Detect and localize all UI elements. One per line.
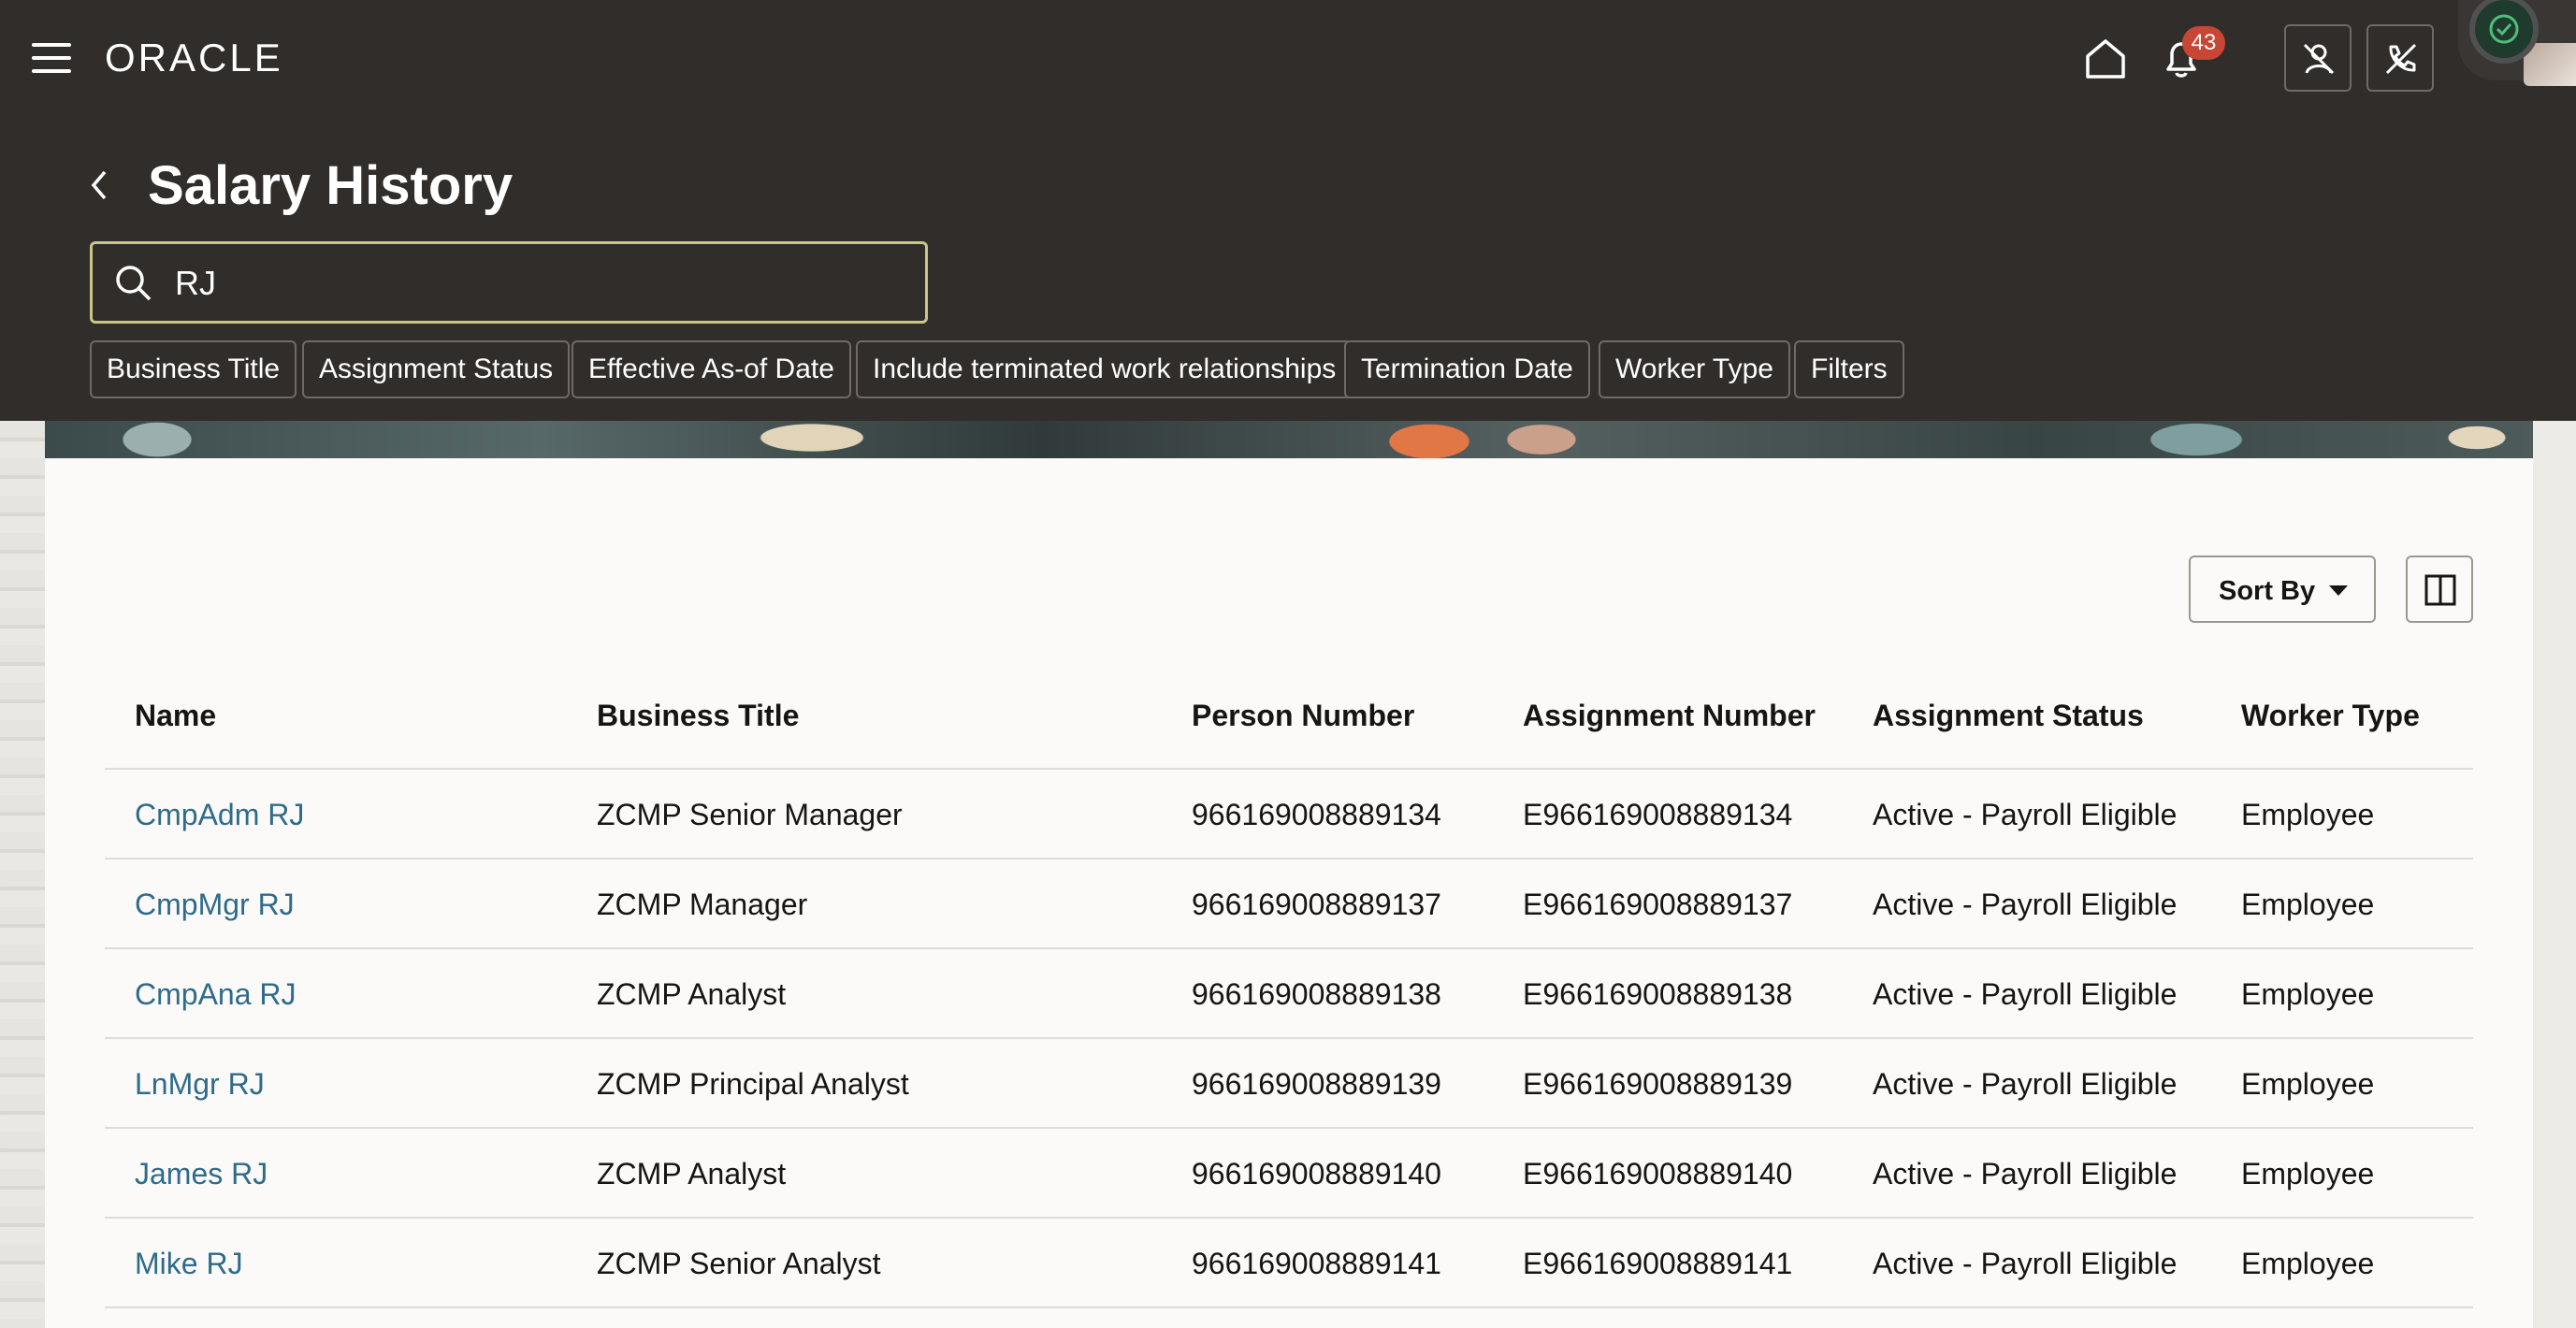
back-icon[interactable]	[86, 168, 112, 202]
person-name-link[interactable]: James RJ	[135, 1129, 268, 1219]
column-header-assignment-status[interactable]: Assignment Status	[1873, 673, 2144, 758]
worker-type-cell: Employee	[2241, 798, 2375, 831]
caret-down-icon	[2329, 585, 2348, 596]
worker-type-cell: Employee	[2241, 888, 2375, 921]
person-name-link[interactable]: CmpAna RJ	[135, 949, 297, 1039]
sort-by-label: Sort By	[2219, 576, 2316, 606]
assignment-number-cell: E966169008889141	[1523, 1247, 1793, 1280]
assignment-status-cell: Active - Payroll Eligible	[1873, 1067, 2178, 1101]
oracle-logo[interactable]: ORACLE	[105, 36, 283, 80]
phone-off-button[interactable]	[2366, 24, 2434, 92]
table-row[interactable]: James RJ ZCMP Analyst 966169008889140 E9…	[105, 1129, 2473, 1219]
person-name-link[interactable]: CmpAdm RJ	[135, 770, 304, 859]
assignment-number-cell: E966169008889134	[1523, 798, 1793, 831]
assignment-number-cell: E966169008889140	[1523, 1157, 1793, 1191]
table-row[interactable]: CmpMgr RJ ZCMP Manager 966169008889137 E…	[105, 859, 2473, 949]
chip-worker-type[interactable]: Worker Type	[1599, 340, 1790, 398]
table-row[interactable]: Mike RJ ZCMP Senior Analyst 966169008889…	[105, 1219, 2473, 1308]
worker-type-cell: Employee	[2241, 1067, 2375, 1101]
home-icon[interactable]	[2082, 36, 2129, 82]
check-circle-icon	[2489, 14, 2519, 44]
notification-badge: 43	[2182, 26, 2225, 60]
person-number-cell: 966169008889134	[1192, 798, 1441, 831]
business-title-cell: ZCMP Manager	[597, 888, 808, 921]
person-number-cell: 966169008889138	[1192, 977, 1441, 1011]
table-row[interactable]: CmpAdm RJ ZCMP Senior Manager 9661690088…	[105, 770, 2473, 859]
business-title-cell: ZCMP Senior Manager	[597, 798, 903, 831]
person-number-cell: 966169008889137	[1192, 888, 1441, 921]
decorative-banner	[45, 421, 2533, 458]
page-title: Salary History	[148, 155, 514, 216]
business-title-cell: ZCMP Senior Analyst	[597, 1247, 881, 1280]
column-header-worker-type[interactable]: Worker Type	[2241, 673, 2420, 758]
background-decoration	[0, 421, 45, 1328]
assignment-status-cell: Active - Payroll Eligible	[1873, 977, 2178, 1011]
global-header: ORACLE 43 Salary History Business Title …	[0, 0, 2576, 421]
top-bar: ORACLE 43	[0, 0, 2576, 116]
table-row[interactable]: CmpAna RJ ZCMP Analyst 966169008889138 E…	[105, 949, 2473, 1039]
chip-termination-date[interactable]: Termination Date	[1344, 340, 1590, 398]
assignment-status-cell: Active - Payroll Eligible	[1873, 798, 2178, 831]
table-header-row: Name Business Title Person Number Assign…	[105, 673, 2473, 770]
person-name-link[interactable]: CmpMgr RJ	[135, 859, 295, 949]
search-icon	[116, 266, 152, 301]
column-header-assignment-number[interactable]: Assignment Number	[1523, 673, 1816, 758]
person-number-cell: 966169008889140	[1192, 1157, 1441, 1191]
assignment-status-cell: Active - Payroll Eligible	[1873, 888, 2178, 921]
assignment-status-cell: Active - Payroll Eligible	[1873, 1157, 2178, 1191]
search-input[interactable]	[175, 257, 886, 310]
chip-filters[interactable]: Filters	[1794, 340, 1904, 398]
panel-layout-icon	[2424, 574, 2456, 606]
business-title-cell: ZCMP Analyst	[597, 977, 787, 1011]
assignment-number-cell: E966169008889138	[1523, 977, 1793, 1011]
menu-icon[interactable]	[32, 43, 71, 73]
table-row[interactable]: LnMgr RJ ZCMP Principal Analyst 96616900…	[105, 1039, 2473, 1129]
search-box[interactable]	[90, 241, 928, 324]
column-header-name[interactable]: Name	[135, 673, 216, 758]
business-title-cell: ZCMP Analyst	[597, 1157, 787, 1191]
sort-by-button[interactable]: Sort By	[2189, 556, 2376, 623]
worker-type-cell: Employee	[2241, 1247, 2375, 1280]
phone-off-icon	[2385, 43, 2417, 75]
layout-toggle-button[interactable]	[2406, 556, 2473, 623]
person-name-link[interactable]: LnMgr RJ	[135, 1039, 265, 1129]
assignment-number-cell: E966169008889137	[1523, 888, 1793, 921]
assignment-number-cell: E966169008889139	[1523, 1067, 1793, 1101]
person-number-cell: 966169008889139	[1192, 1067, 1441, 1101]
column-header-person-number[interactable]: Person Number	[1192, 673, 1414, 758]
worker-type-cell: Employee	[2241, 1157, 2375, 1191]
column-header-business-title[interactable]: Business Title	[597, 673, 799, 758]
worker-type-cell: Employee	[2241, 977, 2375, 1011]
person-off-icon	[2303, 43, 2335, 75]
business-title-cell: ZCMP Principal Analyst	[597, 1067, 909, 1101]
person-name-link[interactable]: Mike RJ	[135, 1219, 243, 1308]
chip-assignment-status[interactable]: Assignment Status	[302, 340, 571, 398]
person-off-button[interactable]	[2284, 24, 2352, 92]
chip-include-terminated[interactable]: Include terminated work relationships	[856, 340, 1353, 398]
chip-business-title[interactable]: Business Title	[90, 340, 297, 398]
assignment-status-cell: Active - Payroll Eligible	[1873, 1247, 2178, 1280]
person-number-cell: 966169008889141	[1192, 1247, 1441, 1280]
chip-effective-as-of-date[interactable]: Effective As-of Date	[572, 340, 851, 398]
